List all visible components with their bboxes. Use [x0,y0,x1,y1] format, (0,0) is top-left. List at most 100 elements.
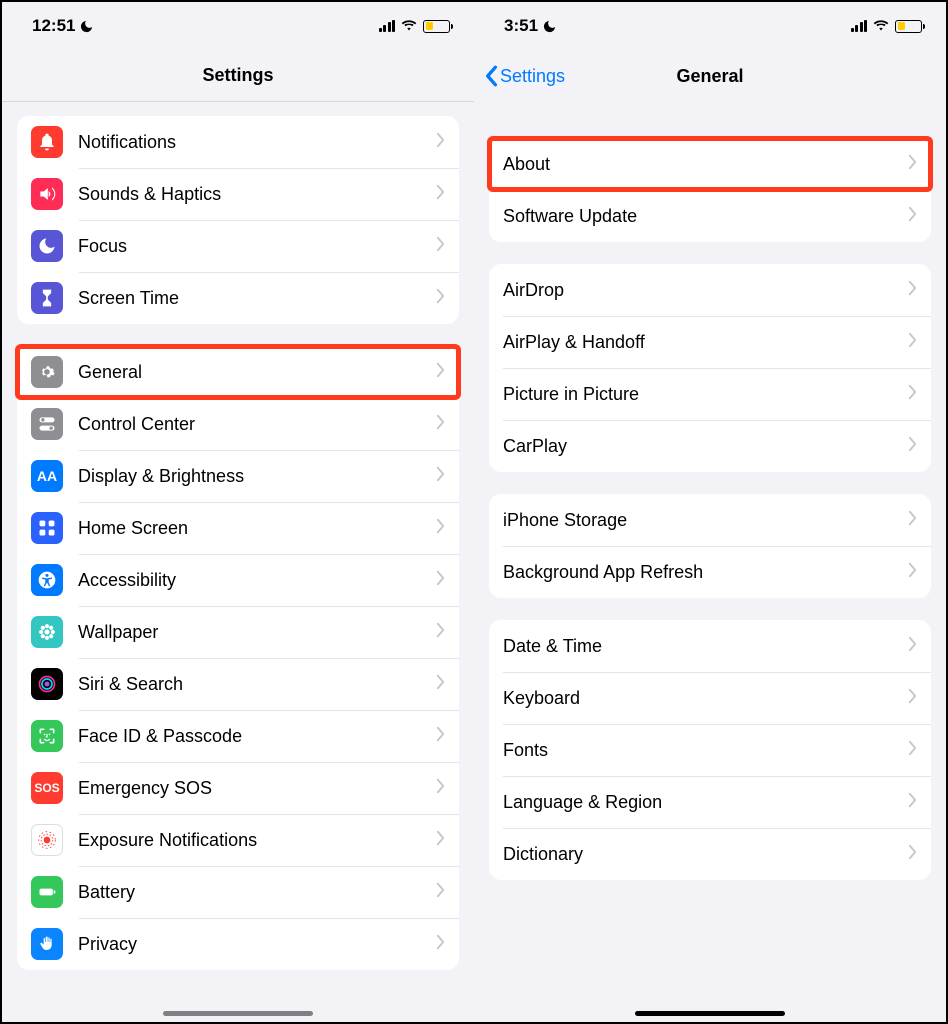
chevron-right-icon [908,509,917,532]
row-software-update[interactable]: Software Update [489,190,931,242]
row-siri-search[interactable]: Siri & Search [17,658,459,710]
row-airplay-handoff[interactable]: AirPlay & Handoff [489,316,931,368]
home-indicator[interactable] [635,1011,785,1016]
row-control-center[interactable]: Control Center [17,398,459,450]
aa-icon: AA [31,460,63,492]
row-label: Dictionary [503,844,902,865]
chevron-right-icon [908,435,917,458]
general-group-about: About Software Update [489,138,931,242]
row-language-region[interactable]: Language & Region [489,776,931,828]
row-home-screen[interactable]: Home Screen [17,502,459,554]
chevron-right-icon [436,413,445,436]
cellular-icon [851,20,868,32]
wifi-icon [400,19,418,33]
chevron-right-icon [436,235,445,258]
battery-icon [31,876,63,908]
row-label: Exposure Notifications [78,830,430,851]
row-dictionary[interactable]: Dictionary [489,828,931,880]
row-picture-in-picture[interactable]: Picture in Picture [489,368,931,420]
chevron-right-icon [908,331,917,354]
row-label: Keyboard [503,688,902,709]
chevron-right-icon [908,791,917,814]
moon-icon [31,230,63,262]
faceid-icon [31,720,63,752]
row-about[interactable]: About [489,138,931,190]
row-focus[interactable]: Focus [17,220,459,272]
chevron-right-icon [436,517,445,540]
row-label: Screen Time [78,288,430,309]
row-screen-time[interactable]: Screen Time [17,272,459,324]
row-carplay[interactable]: CarPlay [489,420,931,472]
row-battery[interactable]: Battery [17,866,459,918]
navbar: Settings [2,50,474,102]
row-label: Siri & Search [78,674,430,695]
chevron-right-icon [908,279,917,302]
row-accessibility[interactable]: Accessibility [17,554,459,606]
chevron-right-icon [908,635,917,658]
back-button[interactable]: Settings [484,50,565,102]
chevron-right-icon [908,153,917,176]
chevron-right-icon [436,725,445,748]
row-label: Focus [78,236,430,257]
page-title: General [676,66,743,87]
toggles-icon [31,408,63,440]
row-date-time[interactable]: Date & Time [489,620,931,672]
row-label: Sounds & Haptics [78,184,430,205]
row-label: Emergency SOS [78,778,430,799]
row-label: Battery [78,882,430,903]
accessibility-icon [31,564,63,596]
row-face-id-passcode[interactable]: Face ID & Passcode [17,710,459,762]
home-indicator[interactable] [163,1011,313,1016]
row-label: Date & Time [503,636,902,657]
page-title: Settings [202,65,273,86]
row-display-brightness[interactable]: AA Display & Brightness [17,450,459,502]
row-label: CarPlay [503,436,902,457]
row-airdrop[interactable]: AirDrop [489,264,931,316]
wifi-icon [872,19,890,33]
battery-icon [423,20,450,33]
row-label: Background App Refresh [503,562,902,583]
status-time: 3:51 [504,16,538,36]
row-iphone-storage[interactable]: iPhone Storage [489,494,931,546]
row-label: Display & Brightness [78,466,430,487]
row-label: iPhone Storage [503,510,902,531]
grid-icon [31,512,63,544]
settings-group-general: General Control Center AA Display & Brightn… [17,346,459,970]
dnd-moon-icon [79,19,94,34]
chevron-right-icon [436,465,445,488]
general-group-datetime: Date & Time Keyboard Fonts Language & Regio… [489,620,931,880]
row-label: Control Center [78,414,430,435]
row-label: Notifications [78,132,430,153]
cellular-icon [379,20,396,32]
exposure-icon [31,824,63,856]
row-exposure-notifications[interactable]: Exposure Notifications [17,814,459,866]
chevron-right-icon [436,829,445,852]
row-emergency-sos[interactable]: SOS Emergency SOS [17,762,459,814]
hand-icon [31,928,63,960]
row-label: Wallpaper [78,622,430,643]
row-keyboard[interactable]: Keyboard [489,672,931,724]
row-label: Face ID & Passcode [78,726,430,747]
row-wallpaper[interactable]: Wallpaper [17,606,459,658]
chevron-right-icon [436,621,445,644]
row-label: Fonts [503,740,902,761]
sos-icon: SOS [31,772,63,804]
row-label: Language & Region [503,792,902,813]
settings-group-notifications: Notifications Sounds & Haptics Focus Screen… [17,116,459,324]
row-fonts[interactable]: Fonts [489,724,931,776]
chevron-right-icon [436,673,445,696]
row-label: About [503,154,902,175]
general-screen: 3:51 Settings General About Software Upda… [474,2,946,1022]
chevron-right-icon [908,687,917,710]
row-background-app-refresh[interactable]: Background App Refresh [489,546,931,598]
navbar: Settings General [474,50,946,102]
row-label: Picture in Picture [503,384,902,405]
row-privacy[interactable]: Privacy [17,918,459,970]
row-sounds-haptics[interactable]: Sounds & Haptics [17,168,459,220]
chevron-right-icon [436,777,445,800]
row-general[interactable]: General [17,346,459,398]
bell-icon [31,126,63,158]
row-label: Software Update [503,206,902,227]
row-notifications[interactable]: Notifications [17,116,459,168]
row-label: Accessibility [78,570,430,591]
